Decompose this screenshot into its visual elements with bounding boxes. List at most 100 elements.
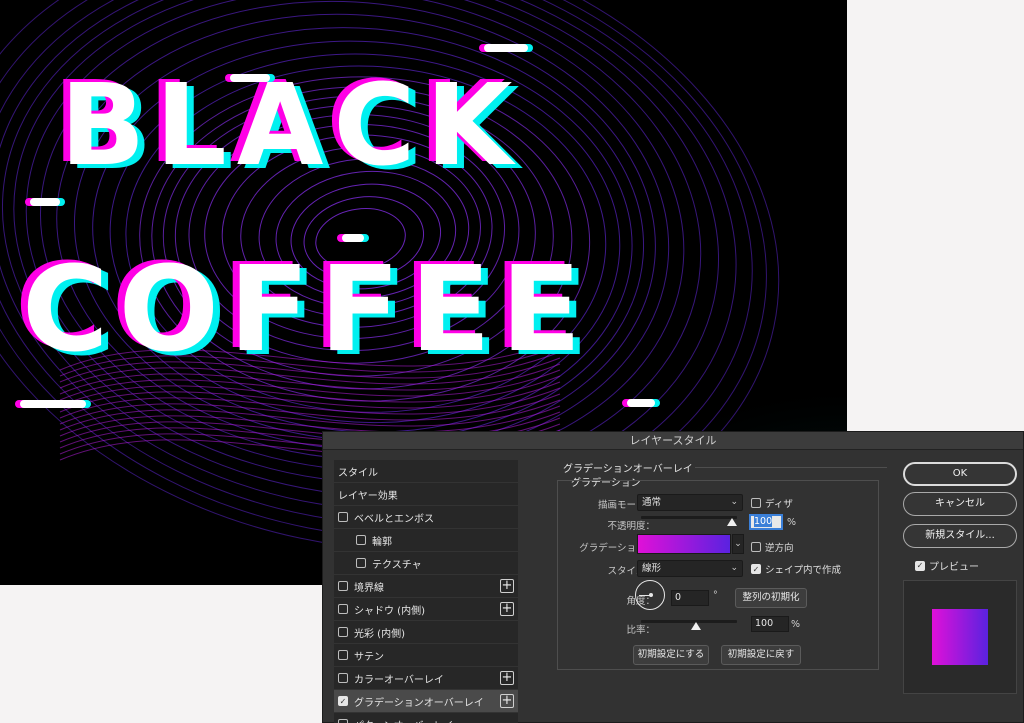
preview-checkbox[interactable]: ✓ プレビュー — [915, 558, 979, 573]
glitch-bar — [342, 234, 364, 242]
glitch-bar — [20, 400, 86, 408]
align-label: シェイプ内で作成 — [765, 565, 842, 576]
style-list-item[interactable]: 輪郭 — [334, 529, 518, 552]
angle-dial[interactable] — [635, 580, 665, 610]
checkbox-icon[interactable] — [338, 581, 348, 591]
checkbox-checked-icon: ✓ — [751, 564, 761, 574]
glitch-bar — [484, 44, 528, 52]
checkbox-icon[interactable] — [338, 512, 348, 522]
scale-slider-thumb[interactable] — [691, 622, 701, 630]
style-list-item-label: 境界線 — [354, 582, 384, 594]
style-select[interactable]: 線形 ⌄ — [637, 560, 743, 577]
angle-unit: ° — [713, 590, 718, 601]
opacity-input[interactable]: 100 — [749, 514, 783, 530]
style-list-item-label: 輪郭 — [372, 536, 392, 548]
style-list-item[interactable]: ベベルとエンボス — [334, 506, 518, 529]
glitch-bar — [30, 198, 60, 206]
ok-button[interactable]: OK — [903, 462, 1017, 486]
style-list-item[interactable]: スタイル — [334, 460, 518, 483]
style-list-item[interactable]: サテン — [334, 644, 518, 667]
artwork-title-line1: BLACK — [60, 70, 522, 182]
style-list-item[interactable]: カラーオーバーレイ + — [334, 667, 518, 690]
preview-label: プレビュー — [929, 562, 979, 573]
checkbox-icon[interactable] — [338, 604, 348, 614]
checkbox-icon — [751, 498, 761, 508]
blend-mode-value: 通常 — [642, 497, 662, 508]
checkbox-icon[interactable] — [356, 535, 366, 545]
scale-slider[interactable] — [641, 620, 737, 623]
opacity-value: 100 — [754, 516, 773, 527]
chevron-down-icon: ⌄ — [730, 497, 738, 507]
reset-to-default-button[interactable]: 初期設定に戻す — [721, 645, 801, 665]
angle-value: 0 — [675, 592, 682, 603]
preview-thumbnail — [903, 580, 1017, 694]
checkbox-icon[interactable] — [356, 558, 366, 568]
angle-input[interactable]: 0 — [671, 590, 709, 606]
opacity-slider[interactable] — [641, 516, 737, 519]
checkbox-checked-icon: ✓ — [915, 560, 925, 571]
chevron-down-icon: ⌄ — [730, 563, 738, 573]
make-default-button[interactable]: 初期設定にする — [633, 645, 709, 665]
checkbox-icon[interactable] — [338, 627, 348, 637]
opacity-slider-thumb[interactable] — [727, 518, 737, 526]
style-list-item-label: サテン — [354, 651, 384, 663]
gradient-overlay-panel: グラデーションオーバーレイ グラデーション 描画モード： 通常 ⌄ ディザ 不透… — [545, 460, 891, 723]
style-value: 線形 — [642, 563, 662, 574]
style-list-item-label: カラーオーバーレイ — [354, 674, 444, 686]
style-list-item-label: 光彩 (内側) — [354, 628, 405, 640]
gradient-picker-dropdown[interactable]: ⌄ — [732, 534, 744, 554]
style-list-item-label: テクスチャ — [372, 559, 422, 571]
style-list-item[interactable]: 境界線 + — [334, 575, 518, 598]
add-effect-icon[interactable]: + — [500, 671, 514, 685]
dither-label: ディザ — [765, 499, 793, 510]
add-effect-icon[interactable]: + — [500, 602, 514, 616]
style-list-item[interactable]: パターンオーバーレイ — [334, 713, 518, 723]
style-list-item[interactable]: ✓ グラデーションオーバーレイ + — [334, 690, 518, 713]
style-list-item-label: シャドウ (内側) — [354, 605, 425, 617]
dither-checkbox[interactable]: ディザ — [751, 496, 793, 510]
align-with-layer-checkbox[interactable]: ✓ シェイプ内で作成 — [751, 562, 841, 576]
dialog-actions: OK キャンセル 新規スタイル... ✓ プレビュー — [903, 460, 1017, 723]
dialog-titlebar: レイヤースタイル — [323, 432, 1023, 450]
opacity-unit: % — [787, 517, 797, 528]
style-list-item-label: ベベルとエンボス — [354, 513, 434, 525]
preview-swatch — [932, 609, 988, 665]
style-list-item[interactable]: レイヤー効果 — [334, 483, 518, 506]
style-list-item-label: グラデーションオーバーレイ — [354, 697, 484, 709]
glitch-bar — [627, 399, 655, 407]
scale-label: 比率： — [626, 625, 655, 636]
style-list-item-label: スタイル — [338, 467, 378, 479]
checkbox-icon[interactable] — [338, 650, 348, 660]
gradient-swatch[interactable] — [637, 534, 731, 554]
glitch-bar — [230, 74, 270, 82]
layer-style-dialog: レイヤースタイル スタイル レイヤー効果 ベベルとエンボス 輪郭 テクスチャ 境界線 + シャ… — [322, 431, 1024, 723]
scale-input[interactable]: 100 — [751, 616, 789, 632]
add-effect-icon[interactable]: + — [500, 694, 514, 708]
new-style-button[interactable]: 新規スタイル... — [903, 524, 1017, 548]
opacity-label: 不透明度： — [607, 521, 655, 532]
checkbox-checked-icon[interactable]: ✓ — [338, 696, 348, 706]
section-divider — [695, 467, 887, 468]
artwork-title-line2: COFFEE — [22, 250, 591, 368]
reverse-label: 逆方向 — [765, 543, 794, 554]
cancel-button[interactable]: キャンセル — [903, 492, 1017, 516]
style-list-item[interactable]: 光彩 (内側) — [334, 621, 518, 644]
dialog-title: レイヤースタイル — [629, 434, 717, 447]
style-list-item-label: レイヤー効果 — [338, 490, 398, 502]
blend-mode-select[interactable]: 通常 ⌄ — [637, 494, 743, 511]
reset-alignment-button[interactable]: 整列の初期化 — [735, 588, 807, 608]
style-list-item-label: パターンオーバーレイ — [354, 717, 453, 723]
style-list-item[interactable]: シャドウ (内側) + — [334, 598, 518, 621]
scale-value: 100 — [755, 618, 774, 629]
layer-style-list: スタイルレイヤー効果ベベルとエンボス輪郭テクスチャ境界線 + シャドウ (内側) + 光… — [334, 460, 518, 723]
checkbox-icon — [751, 542, 761, 552]
angle-center-dot — [649, 593, 653, 597]
chevron-down-icon: ⌄ — [734, 539, 742, 549]
scale-unit: % — [791, 619, 801, 630]
checkbox-icon[interactable] — [338, 719, 348, 723]
section-title: グラデーションオーバーレイ — [563, 464, 693, 475]
add-effect-icon[interactable]: + — [500, 579, 514, 593]
style-list-item[interactable]: テクスチャ — [334, 552, 518, 575]
reverse-checkbox[interactable]: 逆方向 — [751, 540, 794, 554]
checkbox-icon[interactable] — [338, 673, 348, 683]
